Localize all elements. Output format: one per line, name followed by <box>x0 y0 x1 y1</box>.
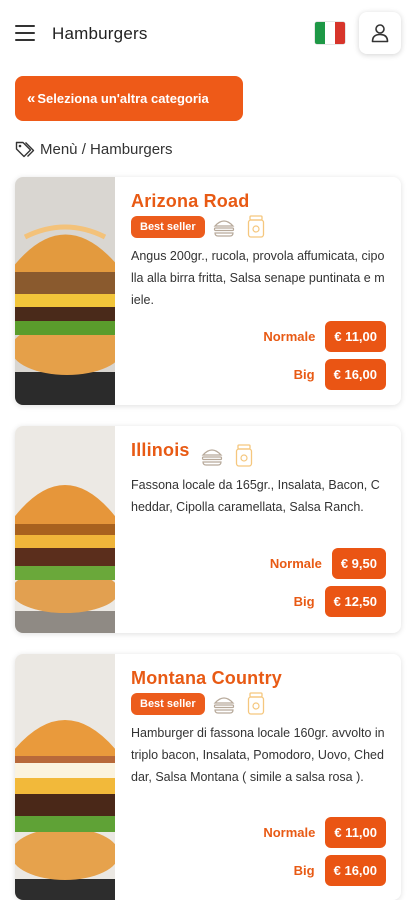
burger-icon <box>201 449 223 466</box>
product-photo <box>15 654 115 900</box>
product-description: Hamburger di fassona locale 160gr. avvol… <box>131 726 385 784</box>
size-label: Normale <box>263 825 316 840</box>
product-badges: Best seller <box>131 215 277 239</box>
cheese-jar-icon <box>247 215 264 238</box>
product-badges <box>201 444 265 468</box>
product-card-illinois[interactable]: Illinois Fassona locale da 165gr., Insal… <box>15 426 401 633</box>
price-button[interactable]: € 16,00 <box>324 359 386 390</box>
select-other-category-button[interactable]: « Seleziona un'altra categoria <box>15 76 243 121</box>
cheese-jar-icon <box>247 692 264 715</box>
burger-icon <box>213 220 235 237</box>
breadcrumb: Menù / Hamburgers <box>15 139 173 159</box>
product-description: Fassona locale da 165gr., Insalata, Baco… <box>131 478 380 514</box>
breadcrumb-text: Menù / Hamburgers <box>40 140 173 158</box>
product-description: Angus 200gr., rucola, provola affumicata… <box>131 249 385 307</box>
size-label: Big <box>293 594 315 609</box>
price-row-normale: Normale € 9,50 <box>270 548 386 579</box>
price-button[interactable]: € 16,00 <box>324 855 386 886</box>
italian-flag-language-button[interactable] <box>315 22 345 44</box>
top-bar: Hamburgers <box>0 0 415 68</box>
user-icon <box>371 24 389 43</box>
size-label: Normale <box>269 556 322 571</box>
price-button[interactable]: € 11,00 <box>325 817 386 848</box>
price-row-normale: Normale € 11,00 <box>263 817 386 848</box>
user-account-button[interactable] <box>359 12 401 54</box>
product-card-montana-country[interactable]: Montana Country Best seller Hamburger di… <box>15 654 401 900</box>
product-name: Illinois <box>131 440 190 460</box>
size-label: Big <box>293 367 315 382</box>
product-name: Montana Country <box>131 668 282 688</box>
price-row-big: Big € 16,00 <box>294 855 386 886</box>
cheese-jar-icon <box>235 444 253 467</box>
product-card-arizona-road[interactable]: Arizona Road Best seller Angus 200gr., r… <box>15 177 401 405</box>
product-photo <box>15 426 115 633</box>
price-row-big: Big € 12,50 <box>294 586 386 617</box>
product-badges: Best seller <box>131 692 277 716</box>
price-button[interactable]: € 11,00 <box>325 321 386 352</box>
best-seller-badge: Best seller <box>131 216 205 238</box>
price-row-normale: Normale € 11,00 <box>263 321 386 352</box>
hamburger-menu-icon[interactable] <box>15 24 35 42</box>
price-row-big: Big € 16,00 <box>294 359 386 390</box>
back-button-label: Seleziona un'altra categoria <box>37 91 209 106</box>
page-title: Hamburgers <box>52 24 148 43</box>
size-label: Big <box>293 863 315 878</box>
price-button[interactable]: € 9,50 <box>331 548 386 579</box>
best-seller-badge: Best seller <box>131 693 205 715</box>
double-chevron-left-icon: « <box>27 90 35 107</box>
price-button[interactable]: € 12,50 <box>324 586 386 617</box>
size-label: Normale <box>263 329 316 344</box>
tags-icon <box>15 141 35 157</box>
burger-icon <box>213 697 235 714</box>
product-photo <box>15 177 115 405</box>
product-name: Arizona Road <box>131 191 250 211</box>
